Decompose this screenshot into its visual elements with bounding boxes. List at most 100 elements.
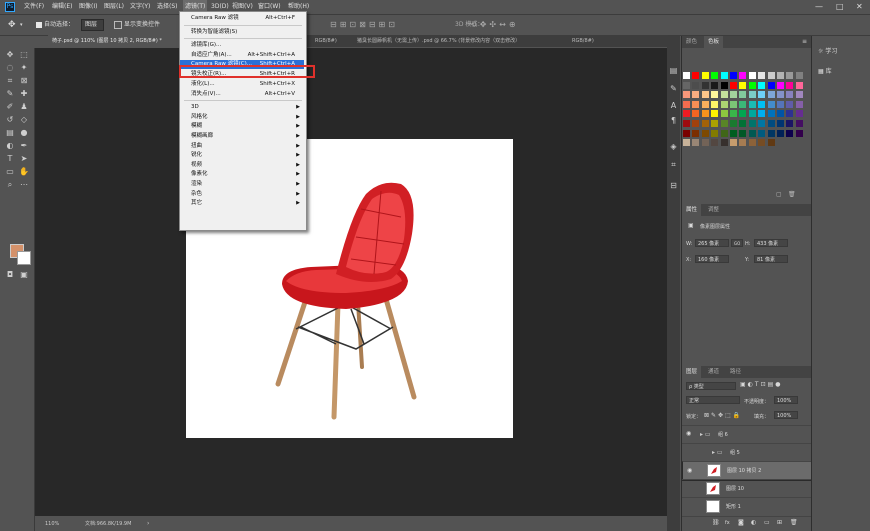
3d-icon[interactable]: ◈ [667, 142, 680, 152]
filter-menu-item[interactable]: 液化(L)... Shift+Ctrl+X [180, 80, 304, 89]
color-swatch[interactable] [758, 91, 766, 99]
color-swatch[interactable] [711, 91, 719, 99]
color-swatch[interactable] [758, 139, 766, 147]
color-swatch[interactable] [758, 100, 766, 108]
filter-menu-item[interactable]: 消失点(V)... Alt+Ctrl+V [180, 90, 304, 99]
color-swatch[interactable] [758, 129, 766, 137]
filter-menu-item[interactable]: 渲染 ▶ [180, 180, 304, 189]
color-swatch[interactable] [720, 100, 728, 108]
paragraph-icon[interactable]: ¶ [667, 116, 680, 126]
color-swatch[interactable] [767, 139, 775, 147]
color-swatch[interactable] [701, 110, 709, 118]
color-swatch[interactable] [701, 72, 709, 79]
color-swatch[interactable] [739, 91, 747, 99]
color-swatch[interactable] [720, 139, 728, 147]
filter-menu-item[interactable]: 扭曲 ▶ [180, 142, 304, 151]
tab-color[interactable]: 颜色 [682, 36, 701, 48]
maximize-button[interactable]: □ [836, 0, 844, 14]
color-swatch[interactable] [720, 72, 728, 79]
color-swatch[interactable] [692, 81, 700, 89]
adjustment-icon[interactable]: ◐ [751, 519, 756, 526]
color-swatch[interactable] [692, 91, 700, 99]
visibility-eye-icon[interactable]: ◉ [687, 466, 692, 476]
color-swatch[interactable] [777, 72, 784, 79]
path-select-icon[interactable]: ➤ [19, 154, 29, 163]
color-swatch[interactable] [767, 120, 775, 127]
color-swatch[interactable] [758, 120, 766, 127]
color-swatch[interactable] [683, 139, 690, 147]
lasso-tool-icon[interactable]: ◌ [5, 63, 15, 72]
color-swatch[interactable] [711, 72, 719, 79]
color-swatch[interactable] [777, 129, 784, 137]
mask-icon[interactable]: ◙ [738, 519, 744, 526]
color-swatch[interactable] [692, 120, 700, 127]
color-swatch[interactable] [720, 81, 728, 89]
color-swatch[interactable] [720, 129, 728, 137]
crop-tool-icon[interactable]: ⌗ [5, 76, 15, 85]
menu-image[interactable]: 图像(I) [79, 0, 97, 14]
tab-properties[interactable]: 属性 [682, 204, 702, 216]
hand-tool-icon[interactable]: ✋ [19, 167, 29, 176]
color-swatch[interactable] [748, 72, 756, 79]
fx-icon[interactable]: fx [725, 520, 730, 526]
color-swatch[interactable] [730, 110, 737, 118]
filter-menu-item[interactable]: 杂色 ▶ [180, 190, 304, 199]
history-icon[interactable]: ▤ [667, 66, 680, 76]
color-swatch[interactable] [692, 110, 700, 118]
filter-menu-item[interactable]: 其它 ▶ [180, 199, 304, 208]
layer-row[interactable]: ◉ ▸ ▭ 组 6 [682, 425, 811, 444]
color-swatch[interactable] [730, 81, 737, 89]
height-field[interactable]: 433 像素 [754, 239, 788, 247]
color-swatch[interactable] [692, 100, 700, 108]
blend-mode-dropdown[interactable]: 正常 [686, 396, 740, 404]
menu-edit[interactable]: 编辑(E) [52, 0, 72, 14]
x-field[interactable]: 160 像素 [695, 255, 729, 263]
color-swatch[interactable] [711, 100, 719, 108]
color-swatch[interactable] [777, 91, 784, 99]
filter-icons[interactable]: ▣◐T⊡▤● [740, 381, 783, 388]
color-swatch[interactable] [739, 129, 747, 137]
color-swatch[interactable] [692, 139, 700, 147]
color-swatch[interactable] [730, 129, 737, 137]
menu-file[interactable]: 文件(F) [24, 0, 44, 14]
color-swatch[interactable] [739, 139, 747, 147]
brush-preset-icon[interactable]: ✎ [667, 84, 680, 94]
type-tool-icon[interactable]: T [5, 154, 15, 163]
color-swatch[interactable] [767, 110, 775, 118]
color-swatch[interactable] [739, 120, 747, 127]
layer-row[interactable]: 矩形 1 [682, 497, 811, 516]
color-swatch[interactable] [748, 91, 756, 99]
shape-tool-icon[interactable]: ▭ [5, 167, 15, 176]
brush-tool-icon[interactable]: ✐ [5, 102, 15, 111]
color-swatch[interactable] [777, 81, 784, 89]
history-brush-icon[interactable]: ↺ [5, 115, 15, 124]
color-swatch[interactable] [683, 72, 690, 79]
filter-menu-item[interactable]: 自适应广角(A)... Alt+Shift+Ctrl+A [180, 51, 304, 60]
library-button[interactable]: ▦ 库 [818, 66, 832, 78]
color-swatch[interactable] [786, 110, 794, 118]
more-tools-icon[interactable]: ⋯ [19, 180, 29, 189]
color-swatch[interactable] [701, 81, 709, 89]
filter-menu-item[interactable]: 模糊画廊 ▶ [180, 132, 304, 141]
color-swatch[interactable] [758, 81, 766, 89]
width-field[interactable]: 265 像素 [695, 239, 729, 247]
color-swatch[interactable] [748, 100, 756, 108]
color-swatch[interactable] [767, 91, 775, 99]
color-swatch[interactable] [786, 120, 794, 127]
color-swatch[interactable] [739, 110, 747, 118]
gradient-tool-icon[interactable]: ▤ [5, 128, 15, 137]
color-swatch[interactable] [786, 91, 794, 99]
color-swatch[interactable] [730, 100, 737, 108]
quick-mask-icon[interactable]: ◘ [5, 270, 15, 279]
color-swatch[interactable] [767, 81, 775, 89]
color-swatch[interactable] [786, 100, 794, 108]
tool-preset-icon[interactable]: ⊟ [667, 181, 680, 191]
background-color-swatch[interactable] [17, 251, 31, 265]
trash-icon[interactable]: 🗑 [788, 191, 796, 198]
tab-mockup-psd[interactable]: 猪臭长圆舔帆机（无需上传）.psd @ 66.7% (背景修改内容（双击修改） [353, 35, 567, 47]
new-swatch-icon[interactable]: ▢ [776, 191, 782, 198]
link-icon[interactable]: ⛓ [712, 519, 720, 526]
tab-swatches[interactable]: 色板 [704, 36, 724, 48]
auto-select-checkbox[interactable] [36, 21, 42, 28]
color-swatch[interactable] [692, 129, 700, 137]
